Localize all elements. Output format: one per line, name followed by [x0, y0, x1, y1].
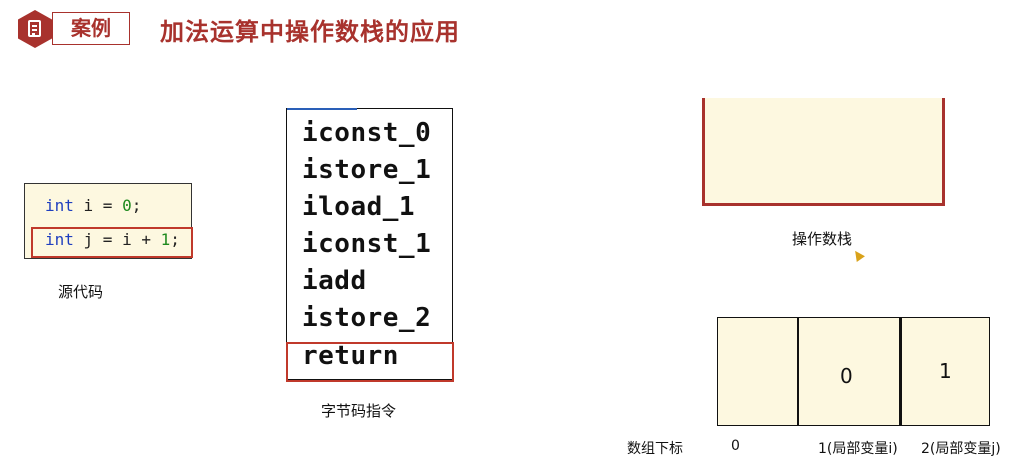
logo-badge [18, 10, 52, 48]
index-2: 2(局部变量j) [921, 441, 1001, 457]
bytecode-instruction: istore_2 [302, 303, 432, 333]
source-code-label: 源代码 [58, 283, 104, 301]
operand-stack [702, 98, 945, 206]
local-var-cell-1: 0 [840, 364, 853, 388]
current-instruction-highlight [286, 342, 454, 382]
bytecode-instruction: istore_1 [302, 155, 432, 185]
bytecode-label: 字节码指令 [321, 402, 397, 420]
mouse-cursor-icon [851, 248, 865, 262]
document-icon [28, 20, 41, 37]
bytecode-instruction: iconst_1 [302, 229, 432, 259]
current-line-highlight [31, 227, 193, 258]
bytecode-instruction: iload_1 [302, 192, 416, 222]
cell-divider [899, 317, 902, 426]
bytecode-instruction: iadd [302, 266, 367, 296]
case-tag: 案例 [52, 12, 130, 45]
index-1: 1(局部变量i) [818, 441, 898, 457]
bytecode-panel-accent [287, 108, 357, 110]
cell-divider [797, 317, 799, 426]
code-line-1: int i = 0; [45, 196, 142, 215]
bytecode-instruction: iconst_0 [302, 118, 432, 148]
page-title: 加法运算中操作数栈的应用 [160, 18, 460, 46]
local-var-cell-2: 1 [939, 359, 952, 383]
index-label: 数组下标 [627, 441, 683, 457]
operand-stack-label: 操作数栈 [792, 230, 853, 248]
index-0: 0 [731, 438, 740, 454]
